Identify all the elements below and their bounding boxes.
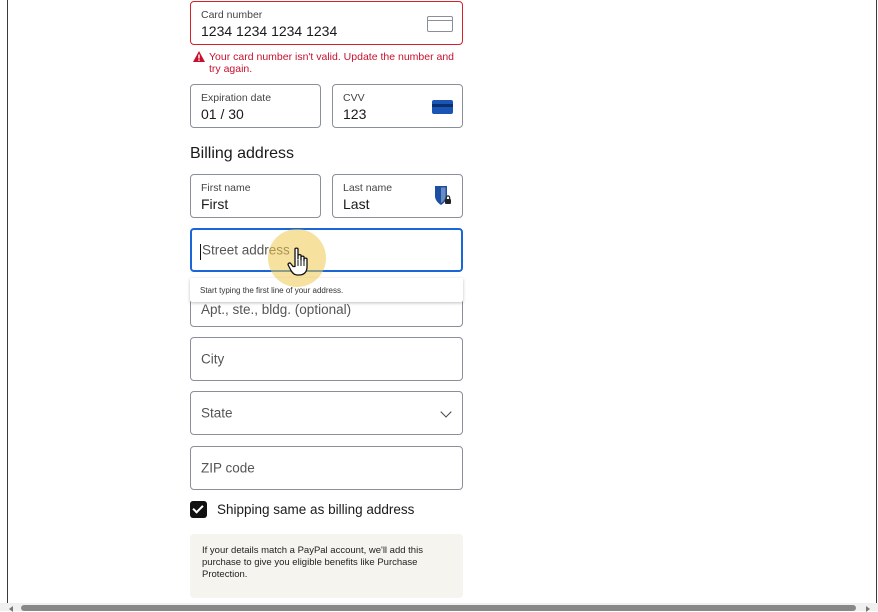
- window-border-left: [7, 0, 8, 611]
- city-input[interactable]: City: [190, 337, 463, 381]
- first-name-value: First: [201, 196, 229, 212]
- cvv-field[interactable]: CVV 123: [332, 84, 463, 128]
- window-border-right: [876, 0, 877, 611]
- state-select[interactable]: State: [190, 391, 463, 435]
- cvv-label: CVV: [343, 92, 365, 104]
- shipping-same-checkbox[interactable]: [190, 501, 207, 518]
- card-number-error: Your card number isn't valid. Update the…: [193, 51, 458, 75]
- first-name-field[interactable]: First name First: [190, 174, 321, 218]
- state-placeholder: State: [201, 405, 233, 421]
- card-number-value: 1234 1234 1234 1234: [201, 23, 338, 39]
- cvv-card-icon: [432, 100, 453, 114]
- shipping-same-label[interactable]: Shipping same as billing address: [217, 502, 414, 517]
- card-number-field[interactable]: Card number 1234 1234 1234 1234: [190, 1, 463, 45]
- chevron-down-icon: [440, 406, 452, 418]
- expiration-date-field[interactable]: Expiration date 01 / 30: [190, 84, 321, 128]
- text-caret: [200, 244, 201, 260]
- last-name-label: Last name: [343, 182, 393, 194]
- city-placeholder: City: [201, 351, 225, 367]
- apt-suite-placeholder: Apt., ste., bldg. (optional): [201, 302, 352, 317]
- paypal-benefits-note: If your details match a PayPal account, …: [190, 534, 463, 598]
- hand-pointer-cursor-icon: [287, 247, 308, 276]
- cvv-value: 123: [343, 106, 367, 122]
- zip-code-input[interactable]: ZIP code: [190, 446, 463, 490]
- scroll-right-arrow-icon[interactable]: [866, 606, 870, 612]
- street-address-input[interactable]: Street address: [190, 228, 463, 272]
- card-number-label: Card number: [201, 9, 263, 21]
- horizontal-scrollbar[interactable]: [0, 603, 878, 612]
- street-address-hint: Start typing the first line of your addr…: [190, 278, 463, 302]
- zip-code-placeholder: ZIP code: [201, 460, 255, 476]
- last-name-field[interactable]: Last name Last: [332, 174, 463, 218]
- expiration-date-value: 01 / 30: [201, 106, 244, 122]
- scrollbar-thumb[interactable]: [21, 605, 856, 611]
- warning-icon: [193, 51, 205, 62]
- scroll-left-arrow-icon[interactable]: [9, 606, 13, 612]
- billing-address-heading: Billing address: [190, 145, 295, 162]
- expiration-date-label: Expiration date: [201, 92, 272, 104]
- password-manager-shield-icon[interactable]: [434, 185, 452, 207]
- card-number-error-text: Your card number isn't valid. Update the…: [209, 51, 455, 75]
- last-name-value: Last: [343, 196, 370, 212]
- first-name-label: First name: [201, 182, 251, 194]
- card-outline-icon: [427, 16, 453, 32]
